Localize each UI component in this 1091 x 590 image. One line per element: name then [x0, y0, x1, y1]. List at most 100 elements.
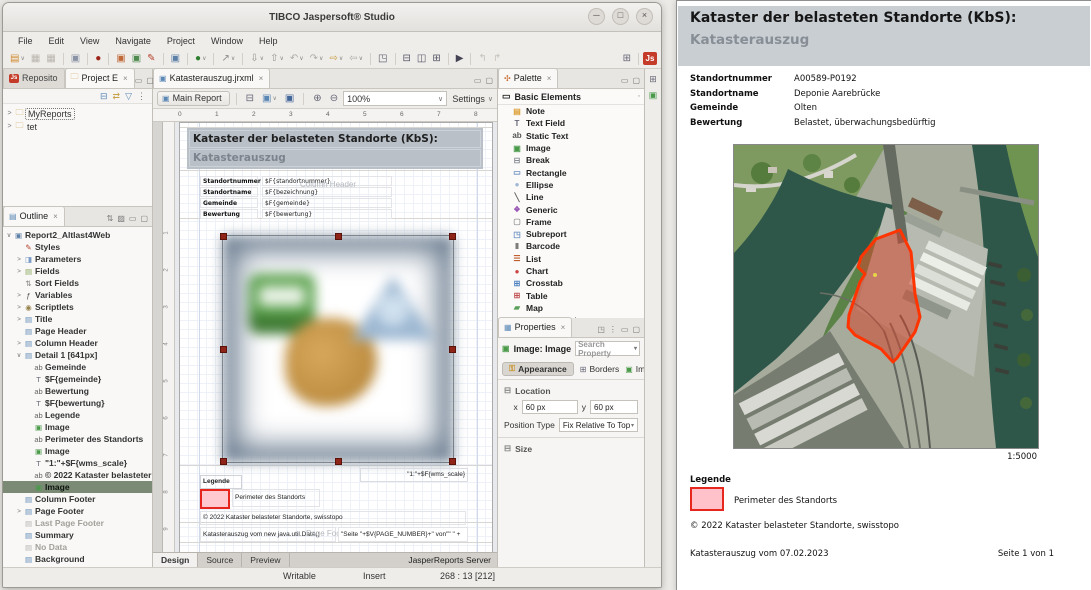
x-input[interactable]: 60 px: [522, 400, 578, 414]
band-tool-icon[interactable]: ⊟: [244, 93, 256, 105]
zoom-level-select[interactable]: 100%∨: [343, 91, 447, 106]
query-executer-icon[interactable]: ●∨: [193, 53, 208, 65]
outline-item[interactable]: >◨Parameters: [3, 253, 152, 265]
maximize-panel-icon[interactable]: ▢: [140, 214, 148, 223]
collapse-all-icon[interactable]: ⊟: [100, 91, 108, 102]
generic-item[interactable]: ❖Generic: [498, 203, 644, 215]
close-button[interactable]: ×: [636, 8, 653, 25]
minimize-panel-icon[interactable]: ▭: [135, 76, 143, 85]
download-icon[interactable]: ⇩∨: [248, 53, 266, 65]
undo-icon[interactable]: ↶∨: [288, 53, 306, 65]
outline-item[interactable]: >ƒVariables: [3, 289, 152, 301]
design-field-row[interactable]: Gemeinde$F{gemeinde}: [200, 198, 400, 209]
split-grid-icon[interactable]: ⊞: [430, 53, 442, 65]
subreport-item[interactable]: ◳Subreport: [498, 228, 644, 240]
design-title-static-text[interactable]: Kataster der belasteten Standorte (KbS):: [189, 130, 481, 148]
maximize-button[interactable]: □: [612, 8, 629, 25]
outline-item[interactable]: abLegende: [3, 409, 152, 421]
selection-handle[interactable]: [220, 346, 227, 353]
static-text-item[interactable]: abStatic Text: [498, 130, 644, 142]
table-item[interactable]: ⊞Table: [498, 289, 644, 301]
window-titlebar[interactable]: TIBCO Jaspersoft® Studio ─□×: [3, 3, 661, 32]
outline-filter-icon[interactable]: ▨: [117, 214, 125, 223]
outline-item[interactable]: ✎Styles: [3, 241, 152, 253]
project-tree-item[interactable]: >🗀MyReports: [5, 107, 150, 120]
legend-item-static-text[interactable]: Perimeter des Standorts: [232, 489, 320, 507]
new-wizard-icon[interactable]: ▤∨: [8, 53, 27, 65]
zoom-in-icon[interactable]: ⊕: [311, 93, 323, 105]
field-label-static-text[interactable]: Standortname: [200, 187, 258, 197]
outline-item[interactable]: T$F{gemeinde}: [3, 373, 152, 385]
frame-item[interactable]: ▢Frame: [498, 216, 644, 228]
tab-katasterauszug-jrxml[interactable]: ▣ Katasterauszug.jrxml ×: [153, 68, 270, 88]
export-image-icon[interactable]: ▣∨: [260, 93, 279, 105]
map-image-element[interactable]: [222, 235, 454, 463]
outline-item[interactable]: >◉Scriptlets: [3, 301, 152, 313]
outline-item[interactable]: ▤Last Page Footer: [3, 517, 152, 529]
menu-help[interactable]: Help: [252, 35, 285, 47]
panel-menu-icon[interactable]: ⋮: [609, 325, 617, 334]
style-template-icon[interactable]: ✎: [145, 53, 157, 65]
selection-handle[interactable]: [335, 458, 342, 465]
open-perspective-icon[interactable]: ⊞: [621, 53, 633, 65]
field-expression-text-field[interactable]: $F{bewertung}: [262, 209, 392, 219]
outline-item[interactable]: ▤Page Header: [3, 325, 152, 337]
list-item[interactable]: ☰List: [498, 253, 644, 265]
minimize-panel-icon[interactable]: ▭: [621, 325, 629, 334]
redo-icon[interactable]: ↷∨: [308, 53, 326, 65]
outline-item[interactable]: T"1:"+$F{wms_scale}: [3, 457, 152, 469]
restore-view-icon[interactable]: ⊞: [647, 73, 659, 85]
outline-item[interactable]: ∨▤Detail 1 [641px]: [3, 349, 152, 361]
design-field-row[interactable]: Bewertung$F{bewertung}: [200, 209, 400, 220]
chart-item[interactable]: ●Chart: [498, 265, 644, 277]
footer-page-text-field[interactable]: "Seite "+$V{PAGE_NUMBER}+" von"" " +: [338, 527, 468, 542]
selection-handle[interactable]: [220, 458, 227, 465]
outline-item[interactable]: T$F{bewertung}: [3, 397, 152, 409]
close-tab-icon[interactable]: ×: [259, 74, 264, 83]
breakpoint-icon[interactable]: ●: [93, 53, 103, 65]
crosstab-item[interactable]: ⊞Crosstab: [498, 277, 644, 289]
close-tab-icon[interactable]: ×: [561, 323, 566, 332]
break-item[interactable]: ⊟Break: [498, 154, 644, 166]
barcode-item[interactable]: ‖Barcode: [498, 240, 644, 252]
menu-edit[interactable]: Edit: [42, 35, 72, 47]
split-horizontal-icon[interactable]: ◫: [415, 53, 428, 65]
expand-arrow-icon[interactable]: >: [15, 340, 23, 347]
title-band[interactable]: Kataster der belasteten Standorte (KbS):…: [187, 128, 483, 169]
tab-properties[interactable]: ▦ Properties ×: [498, 317, 572, 337]
expand-arrow-icon[interactable]: >: [5, 123, 14, 130]
search-property-input[interactable]: Search Property ▾: [575, 341, 640, 356]
settings-dropdown[interactable]: Settings∨: [452, 94, 493, 104]
prev-annotation-icon[interactable]: ↰: [476, 53, 488, 65]
size-section-label[interactable]: Size: [515, 444, 532, 454]
menu-file[interactable]: File: [11, 35, 40, 47]
project-tree-item[interactable]: >🗀tet: [5, 120, 150, 133]
field-label-static-text[interactable]: Standortnummer: [200, 176, 258, 186]
tab-project-explorer[interactable]: 🗀 Project E ×: [65, 68, 135, 88]
main-report-button[interactable]: ▣ Main Report: [157, 91, 230, 106]
outline-item[interactable]: abGemeinde: [3, 361, 152, 373]
section-collapse-icon[interactable]: ▭: [502, 91, 511, 102]
location-section-label[interactable]: Location: [515, 386, 550, 396]
filter-icon[interactable]: ▽: [125, 91, 132, 102]
menu-navigate[interactable]: Navigate: [108, 35, 158, 47]
expand-arrow-icon[interactable]: >: [15, 304, 23, 311]
tab-palette[interactable]: ✣ Palette ×: [498, 68, 558, 88]
copyright-static-text[interactable]: © 2022 Kataster belasteter Standorte, sw…: [200, 511, 466, 525]
image-item[interactable]: ▣Image: [498, 142, 644, 154]
expand-arrow-icon[interactable]: >: [15, 292, 23, 299]
map-item[interactable]: ▰Map: [498, 302, 644, 314]
menu-project[interactable]: Project: [160, 35, 202, 47]
outline-item[interactable]: ▤Background: [3, 553, 152, 565]
next-annotation-icon[interactable]: ↱: [491, 53, 503, 65]
selection-handle[interactable]: [449, 346, 456, 353]
outline-item[interactable]: ⇅Sort Fields: [3, 277, 152, 289]
tab-outline[interactable]: ▤ Outline ×: [3, 206, 65, 226]
link-editor-icon[interactable]: ⇄: [113, 91, 121, 102]
expand-arrow-icon[interactable]: >: [15, 256, 23, 263]
expand-arrow-icon[interactable]: >: [5, 110, 14, 117]
zoom-out-icon[interactable]: ⊖: [328, 93, 340, 105]
close-tab-icon[interactable]: ×: [53, 212, 58, 221]
menu-window[interactable]: Window: [204, 35, 250, 47]
fields-wand-icon[interactable]: ↗∨: [219, 53, 237, 65]
